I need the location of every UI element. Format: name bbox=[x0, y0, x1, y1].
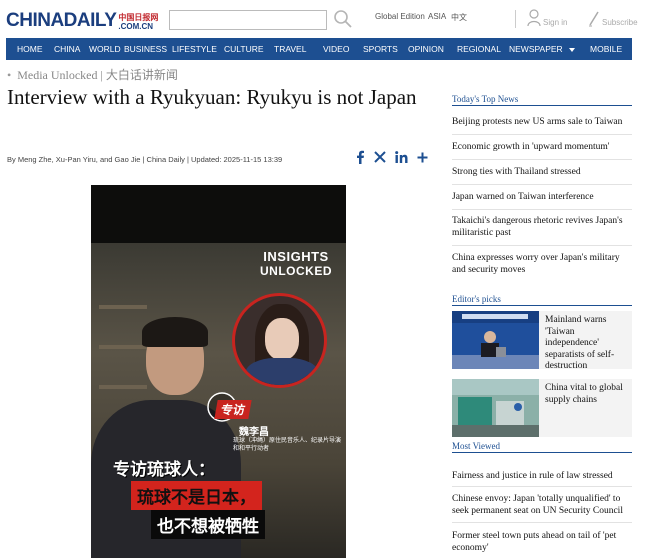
nav-item-opinion[interactable]: OPINION bbox=[408, 44, 444, 54]
share-bar bbox=[355, 150, 428, 164]
search-input[interactable] bbox=[169, 10, 327, 30]
pick-headline: Mainland warns 'Taiwan independence' sep… bbox=[545, 315, 615, 371]
linkedin-icon[interactable] bbox=[395, 151, 408, 163]
nav-item-lifestyle[interactable]: LIFESTYLE bbox=[172, 44, 217, 54]
nav-item-china[interactable]: CHINA bbox=[54, 44, 80, 54]
nav-item-regional[interactable]: REGIONAL bbox=[457, 44, 501, 54]
nav-item-sports[interactable]: SPORTS bbox=[363, 44, 398, 54]
sign-in-label: Sign in bbox=[543, 18, 568, 27]
plus-share-icon[interactable] bbox=[417, 152, 428, 163]
divider bbox=[452, 245, 632, 246]
guest-description: 琉球（冲绳）原住民音乐人、纪录片导演和和平行动者 bbox=[233, 437, 342, 452]
host-portrait bbox=[232, 293, 327, 388]
section-rule bbox=[452, 305, 632, 306]
subscribe-label: Subscribe bbox=[602, 18, 638, 27]
nav-item-newspaper[interactable]: NEWSPAPER bbox=[509, 44, 575, 54]
chinese-edition-link[interactable]: 中文 bbox=[451, 12, 467, 23]
brand-line-2: UNLOCKED bbox=[260, 264, 332, 278]
chevron-down-icon bbox=[568, 47, 575, 52]
facebook-icon[interactable] bbox=[355, 150, 365, 164]
most-viewed-item[interactable]: Chinese envoy: Japan 'totally unqualifie… bbox=[452, 493, 634, 517]
logo-text: CHINADAILY bbox=[6, 10, 117, 31]
search-icon[interactable] bbox=[333, 9, 353, 29]
divider bbox=[452, 184, 632, 185]
top-news-item[interactable]: Takaichi's dangerous rhetoric revives Ja… bbox=[452, 215, 634, 239]
video-caption-line-1: 专访琉球人： bbox=[113, 460, 215, 480]
most-viewed-item[interactable]: Fairness and justice in rule of law stre… bbox=[452, 470, 634, 482]
pen-icon bbox=[589, 11, 599, 27]
top-news-item[interactable]: China expresses worry over Japan's milit… bbox=[452, 252, 634, 276]
header-divider bbox=[515, 10, 516, 28]
video-caption-line-2: 琉球不是日本， bbox=[131, 481, 262, 510]
divider bbox=[452, 209, 632, 210]
global-edition-link[interactable]: Global Edition bbox=[375, 12, 425, 21]
video-caption-line-3: 也不想被牺牲 bbox=[151, 510, 265, 539]
main-nav: HOME CHINA WORLD BUSINESS LIFESTYLE CULT… bbox=[6, 38, 632, 60]
editors-pick-item[interactable]: China vital to global supply chains bbox=[452, 379, 632, 437]
nav-item-video[interactable]: VIDEO bbox=[323, 44, 349, 54]
pick-thumbnail bbox=[452, 311, 539, 369]
most-viewed-heading: Most Viewed bbox=[452, 441, 501, 451]
interview-tag: 专访 bbox=[214, 400, 252, 419]
nav-item-culture[interactable]: CULTURE bbox=[224, 44, 264, 54]
breadcrumb-label: Media Unlocked | 大白话讲新闻 bbox=[17, 68, 178, 82]
sign-in-button[interactable]: Sign in bbox=[527, 9, 567, 27]
bullet-icon: • bbox=[7, 68, 12, 82]
insights-unlocked-logo: INSIGHTS UNLOCKED bbox=[251, 249, 341, 278]
video-letterbox bbox=[91, 185, 346, 243]
top-header: CHINADAILY 中国日报网 .COM.CN Global Edition … bbox=[0, 0, 645, 38]
nav-newspaper-label: NEWSPAPER bbox=[509, 44, 563, 54]
shelf bbox=[99, 345, 147, 349]
brand-line-1: INSIGHTS bbox=[263, 249, 329, 264]
video-player[interactable]: INSIGHTS UNLOCKED 专访 魏李昌 琉球（冲绳）原住民音乐人、纪录… bbox=[91, 185, 346, 558]
nav-item-world[interactable]: WORLD bbox=[89, 44, 121, 54]
top-news-item[interactable]: Beijing protests new US arms sale to Tai… bbox=[452, 116, 634, 128]
nav-item-travel[interactable]: TRAVEL bbox=[274, 44, 306, 54]
divider bbox=[452, 486, 632, 487]
asia-edition-link[interactable]: ASIA bbox=[428, 12, 446, 21]
pick-headline: China vital to global supply chains bbox=[545, 383, 623, 405]
guest-hair bbox=[142, 317, 208, 347]
section-rule bbox=[452, 105, 632, 106]
article-byline: By Meng Zhe, Xu-Pan Yiru, and Gao Jie | … bbox=[7, 155, 283, 164]
section-rule bbox=[452, 452, 632, 453]
top-news-item[interactable]: Strong ties with Thailand stressed bbox=[452, 166, 634, 178]
logo-chinese-text: 中国日报网 bbox=[118, 13, 159, 22]
top-news-item[interactable]: Japan warned on Taiwan interference bbox=[452, 191, 634, 203]
shelf bbox=[99, 305, 147, 309]
shelf bbox=[99, 385, 147, 389]
nav-item-mobile[interactable]: MOBILE bbox=[590, 44, 622, 54]
subscribe-button[interactable]: Subscribe bbox=[588, 9, 638, 27]
most-viewed-item[interactable]: Former steel town puts ahead on tail of … bbox=[452, 530, 634, 554]
logo-domain-text: .COM.CN bbox=[118, 22, 154, 31]
divider bbox=[452, 134, 632, 135]
pick-thumbnail bbox=[452, 379, 539, 437]
user-icon bbox=[527, 9, 541, 27]
guest-name: 魏李昌 bbox=[239, 427, 269, 438]
top-news-item[interactable]: Economic growth in 'upward momentum' bbox=[452, 141, 634, 153]
divider bbox=[452, 159, 632, 160]
editors-picks-heading: Editor's picks bbox=[452, 294, 501, 304]
divider bbox=[452, 522, 632, 523]
article-title: Interview with a Ryukyuan: Ryukyu is not… bbox=[7, 85, 417, 109]
top-news-heading: Today's Top News bbox=[452, 94, 519, 104]
x-twitter-icon[interactable] bbox=[374, 151, 386, 163]
china-daily-logo[interactable]: CHINADAILY 中国日报网 .COM.CN bbox=[6, 9, 159, 32]
nav-item-business[interactable]: BUSINESS bbox=[124, 44, 167, 54]
nav-item-home[interactable]: HOME bbox=[17, 44, 43, 54]
editors-pick-item[interactable]: Mainland warns 'Taiwan independence' sep… bbox=[452, 311, 632, 371]
breadcrumb[interactable]: • Media Unlocked | 大白话讲新闻 bbox=[7, 66, 178, 83]
